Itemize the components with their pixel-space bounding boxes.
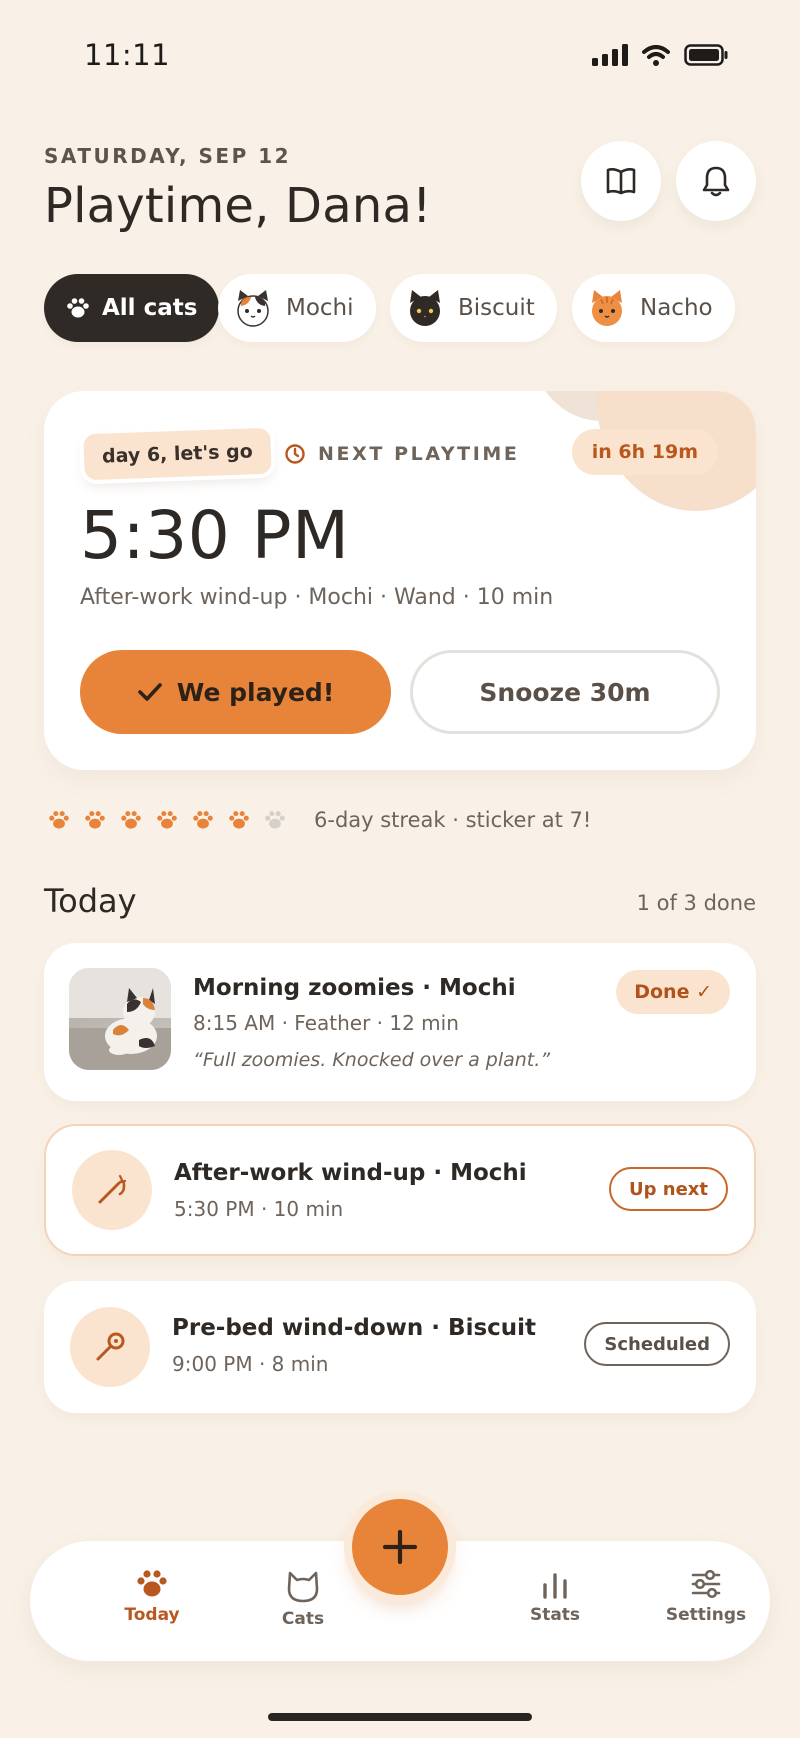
nav-item-stats[interactable]: Stats [495, 1569, 615, 1625]
session-icon [70, 1307, 150, 1387]
button-label: Snooze 30m [479, 677, 651, 707]
paw-filled-icon [229, 811, 249, 829]
bar-chart-icon [543, 1573, 567, 1599]
book-icon [606, 168, 636, 195]
label-text: NEXT PLAYTIME [318, 443, 520, 465]
status-icons [592, 44, 728, 66]
countdown-badge: in 6h 19m [571, 429, 718, 475]
paw-filled-icon [85, 811, 105, 829]
nav-item-settings[interactable]: Settings [646, 1569, 766, 1625]
chip-label: Nacho [640, 295, 713, 321]
we-played-button[interactable]: We played! [80, 650, 391, 734]
next-playtime-label: NEXT PLAYTIME [284, 443, 520, 465]
session-title: Pre-bed wind-down · Biscuit [172, 1315, 537, 1341]
orange-cat-face-icon [592, 290, 622, 326]
status-time: 11:11 [84, 38, 171, 72]
nav-label: Today [124, 1605, 180, 1625]
streak-row: 6-day streak · sticker at 7! [48, 808, 591, 832]
nav-item-cats[interactable]: Cats [243, 1569, 363, 1629]
plus-icon [382, 1529, 418, 1565]
check-icon [137, 683, 162, 701]
nav-label: Cats [281, 1609, 325, 1629]
button-label: We played! [176, 677, 335, 707]
streak-text: 6-day streak · sticker at 7! [314, 808, 592, 832]
next-playtime-time: 5:30 PM [80, 497, 350, 574]
paw-icon [137, 1570, 167, 1597]
toy-wand-icon [96, 1332, 125, 1361]
wand-icon [98, 1174, 127, 1204]
black-cat-face-icon [410, 290, 440, 326]
status-badge-up-next: Up next [608, 1167, 728, 1211]
session-icon [72, 1150, 152, 1230]
session-title: Morning zoomies · Mochi [193, 975, 516, 1001]
paw-icon [67, 298, 89, 318]
filter-cat-mochi[interactable]: Mochi [218, 274, 376, 342]
paw-filled-icon [121, 811, 141, 829]
battery-icon [684, 44, 728, 66]
add-playtime-button[interactable] [352, 1499, 448, 1595]
filter-cat-biscuit[interactable]: Biscuit [390, 274, 557, 342]
guide-button[interactable] [581, 141, 661, 221]
snooze-button[interactable]: Snooze 30m [410, 650, 720, 734]
nav-item-today[interactable]: Today [92, 1569, 212, 1625]
clock-icon [285, 444, 305, 464]
chip-label: Mochi [286, 295, 354, 321]
cat-photo-image [69, 968, 171, 1070]
signal-icon [592, 44, 628, 66]
section-title-today: Today [44, 882, 137, 920]
session-note: “Full zoomies. Knocked over a plant.” [193, 1049, 551, 1071]
header-date: SATURDAY, SEP 12 [44, 144, 292, 168]
session-card-morning[interactable]: Morning zoomies · Mochi 8:15 AM · Feathe… [44, 943, 756, 1101]
bell-icon [702, 166, 730, 197]
session-card-afterwork[interactable]: After-work wind-up · Mochi 5:30 PM · 10 … [44, 1124, 756, 1256]
status-badge-scheduled: Scheduled [584, 1322, 730, 1366]
notifications-button[interactable] [676, 141, 756, 221]
page-title: Playtime, Dana! [44, 178, 432, 234]
sliders-icon [691, 1569, 721, 1599]
chip-label: All cats [102, 295, 198, 321]
next-playtime-card: day 6, let's go NEXT PLAYTIME in 6h 19m … [44, 391, 756, 770]
cat-photo [69, 968, 171, 1070]
chip-label: Biscuit [458, 295, 535, 321]
nav-label: Stats [529, 1605, 581, 1625]
cat-icon [287, 1571, 319, 1603]
paw-empty-icon [265, 811, 285, 829]
filter-all-cats[interactable]: All cats [44, 274, 220, 342]
paw-filled-icon [193, 811, 213, 829]
session-card-prebed[interactable]: Pre-bed wind-down · Biscuit 9:00 PM · 8 … [44, 1281, 756, 1413]
streak-paws [48, 810, 286, 830]
filter-cat-nacho[interactable]: Nacho [572, 274, 735, 342]
session-details: 9:00 PM · 8 min [172, 1352, 329, 1376]
wifi-icon [642, 45, 670, 66]
streak-sticker: day 6, let's go [83, 427, 272, 481]
paw-filled-icon [157, 811, 177, 829]
session-title: After-work wind-up · Mochi [174, 1160, 527, 1186]
session-details: 8:15 AM · Feather · 12 min [193, 1011, 459, 1035]
nav-label: Settings [665, 1605, 747, 1625]
next-playtime-details: After-work wind-up · Mochi · Wand · 10 m… [80, 585, 554, 610]
status-badge-done: Done ✓ [616, 970, 730, 1014]
session-details: 5:30 PM · 10 min [174, 1197, 344, 1221]
today-progress: 1 of 3 done [636, 891, 756, 915]
calico-cat-face-icon [237, 290, 269, 327]
home-indicator [268, 1713, 532, 1721]
paw-filled-icon [49, 811, 69, 829]
